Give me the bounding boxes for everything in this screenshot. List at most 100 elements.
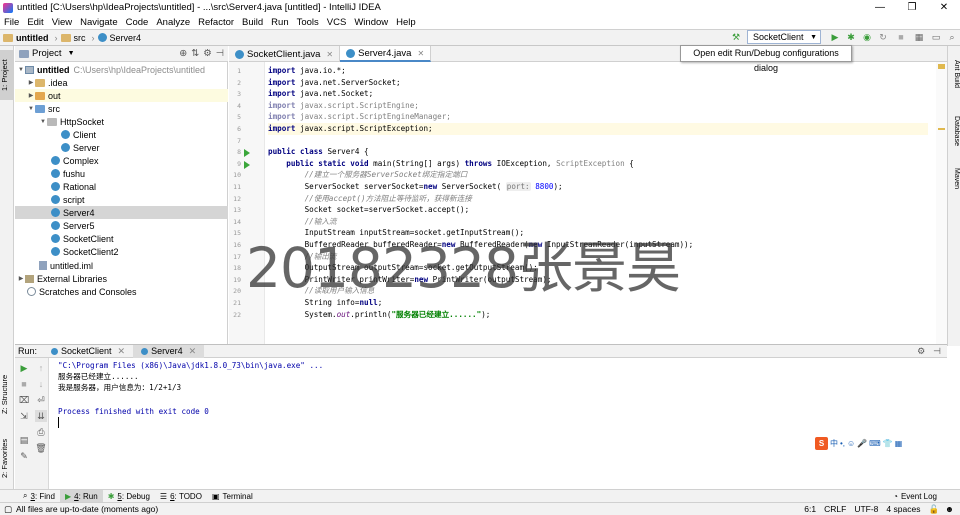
collapsed-arrow-icon[interactable]: ▶ [17, 275, 25, 282]
punctuation-icon[interactable]: •, [840, 439, 845, 448]
expanded-arrow-icon[interactable]: ▼ [27, 106, 35, 112]
tree-item-socketclient[interactable]: SocketClient [15, 232, 228, 245]
tool-tab-terminal[interactable]: ▣ Terminal [207, 490, 258, 503]
tree-item-idea[interactable]: ▶ .idea [15, 76, 228, 89]
microphone-icon[interactable]: 🎤 [857, 439, 867, 448]
breadcrumb-project[interactable]: untitled [3, 33, 49, 43]
tree-item-client[interactable]: Client [15, 128, 228, 141]
tool-tab-todo[interactable]: ☰ 6: TODO [155, 490, 207, 503]
input-method-toolbar[interactable]: S 中 •, ☺ 🎤 ⌨ 👕 ▦ [815, 435, 957, 451]
menu-code[interactable]: Code [126, 17, 149, 28]
gear-icon[interactable]: ⚙ [203, 48, 212, 59]
down-arrow-icon[interactable]: ↓ [35, 378, 47, 390]
minimize-button[interactable]: — [864, 0, 896, 15]
tool-tab-debug[interactable]: ✱ 5: Debug [103, 490, 155, 503]
ime-mode-toggle[interactable]: 中 [830, 438, 838, 449]
chevron-down-icon[interactable]: ▼ [68, 50, 75, 57]
stop-icon[interactable]: ■ [18, 378, 30, 390]
debug-icon[interactable]: ✱ [845, 31, 857, 43]
run-tab-server4[interactable]: Server4 ✕ [133, 344, 205, 358]
tree-item-scratches[interactable]: Scratches and Consoles [15, 285, 228, 298]
run-icon[interactable]: ▶ [829, 31, 841, 43]
tree-item-server5[interactable]: Server5 [15, 219, 228, 232]
maximize-button[interactable]: ❐ [896, 0, 928, 15]
print-icon[interactable]: ⎙ [35, 426, 47, 438]
run-console[interactable]: "C:\Program Files (x86)\Java\jdk1.8.0_73… [50, 358, 947, 489]
menu-window[interactable]: Window [354, 17, 388, 28]
menu-tools[interactable]: Tools [297, 17, 319, 28]
up-arrow-icon[interactable]: ↑ [35, 362, 47, 374]
tree-item-untitled-iml[interactable]: untitled.iml [15, 259, 228, 272]
tree-item-fushu[interactable]: fushu [15, 167, 228, 180]
tree-item-rational[interactable]: Rational [15, 180, 228, 193]
indent-setting[interactable]: 4 spaces [886, 504, 920, 514]
close-tab-icon[interactable]: ✕ [417, 49, 424, 58]
menu-run[interactable]: Run [271, 17, 288, 28]
breadcrumb-src[interactable]: src [60, 33, 86, 43]
line-separator[interactable]: CRLF [824, 504, 846, 514]
tab-socketclient-java[interactable]: SocketClient.java ✕ [229, 46, 341, 62]
tree-item-src[interactable]: ▼ src [15, 102, 228, 115]
tree-item-external-libraries[interactable]: ▶ External Libraries [15, 272, 228, 285]
run-class-gutter-icon[interactable] [244, 149, 250, 157]
lock-icon[interactable]: 🔓 [928, 504, 939, 515]
close-button[interactable]: ✕ [928, 0, 960, 15]
editor-scrollbar[interactable] [936, 62, 947, 344]
hide-panel-icon[interactable]: ⊣ [933, 346, 941, 357]
ant-build-tool-tab[interactable]: Ant Build [948, 60, 960, 100]
database-tool-tab[interactable]: Database [948, 116, 960, 156]
warning-stripe[interactable] [938, 128, 945, 130]
tree-item-untitled[interactable]: ▼ untitled C:\Users\hp\IdeaProjects\untitl… [15, 63, 228, 76]
close-tab-icon[interactable]: ✕ [189, 346, 197, 357]
locate-target-icon[interactable]: ⊕ [179, 48, 187, 59]
rerun-icon[interactable]: ▶ [18, 362, 30, 374]
expanded-arrow-icon[interactable]: ▼ [17, 67, 25, 73]
clear-all-icon[interactable]: 🗑 [35, 442, 47, 454]
caret-position[interactable]: 6:1 [804, 504, 816, 514]
project-view-selector[interactable]: Project [32, 48, 62, 59]
warning-marker-icon[interactable] [938, 64, 945, 69]
soft-wrap-icon[interactable]: ⏎ [35, 394, 47, 406]
dump-threads-icon[interactable]: ⌧ [18, 394, 30, 406]
stop-icon[interactable]: ■ [895, 31, 907, 43]
maven-tool-tab[interactable]: Maven [948, 168, 960, 198]
close-tab-icon[interactable]: ✕ [118, 346, 126, 357]
coverage-icon[interactable]: ◉ [861, 31, 873, 43]
project-tool-tab[interactable]: 1: Project [0, 50, 14, 100]
tab-server4-java[interactable]: Server4.java ✕ [340, 46, 432, 62]
project-structure-icon[interactable]: ▦ [913, 31, 925, 43]
breadcrumb-server4[interactable]: Server4 [97, 33, 141, 43]
close-tab-icon[interactable]: ✕ [326, 50, 333, 59]
menu-refactor[interactable]: Refactor [198, 17, 234, 28]
inspector-icon[interactable]: ☻ [945, 504, 954, 514]
scroll-to-end-icon[interactable]: ⇊ [35, 410, 47, 422]
status-window-icon[interactable]: ▢ [4, 504, 12, 515]
tree-item-out[interactable]: ▶ out [15, 89, 228, 102]
menu-file[interactable]: File [4, 17, 19, 28]
menu-vcs[interactable]: VCS [327, 17, 347, 28]
search-everywhere-icon[interactable]: ⌕ [946, 31, 958, 43]
tool-tab-find[interactable]: ⌕ 3: Find [18, 490, 60, 503]
pin-icon[interactable]: ✎ [18, 450, 30, 462]
run-tab-socketclient[interactable]: SocketClient ✕ [43, 345, 133, 358]
favorites-tool-tab[interactable]: 2: Favorites [0, 431, 14, 486]
expanded-arrow-icon[interactable]: ▼ [39, 119, 47, 125]
sdk-icon[interactable]: ▭ [930, 31, 942, 43]
restore-layout-icon[interactable]: ⇲ [18, 410, 30, 422]
run-main-gutter-icon[interactable] [244, 161, 250, 169]
menu-view[interactable]: View [52, 17, 72, 28]
tree-item-script[interactable]: script [15, 193, 228, 206]
tree-item-httpsocket[interactable]: ▼ HttpSocket [15, 115, 228, 128]
skin-icon[interactable]: 👕 [883, 439, 893, 448]
tree-item-socketclient2[interactable]: SocketClient2 [15, 245, 228, 258]
emoji-icon[interactable]: ☺ [847, 439, 855, 448]
gear-icon[interactable]: ⚙ [917, 346, 925, 357]
file-encoding[interactable]: UTF-8 [854, 504, 878, 514]
menu-help[interactable]: Help [396, 17, 416, 28]
tool-tab-run[interactable]: ▶ 4: Run [59, 489, 103, 503]
tree-item-complex[interactable]: Complex [15, 154, 228, 167]
tree-item-server[interactable]: Server [15, 141, 228, 154]
tree-item-server4[interactable]: Server4 [15, 206, 228, 219]
keyboard-icon[interactable]: ⌨ [869, 439, 881, 448]
menu-build[interactable]: Build [242, 17, 263, 28]
